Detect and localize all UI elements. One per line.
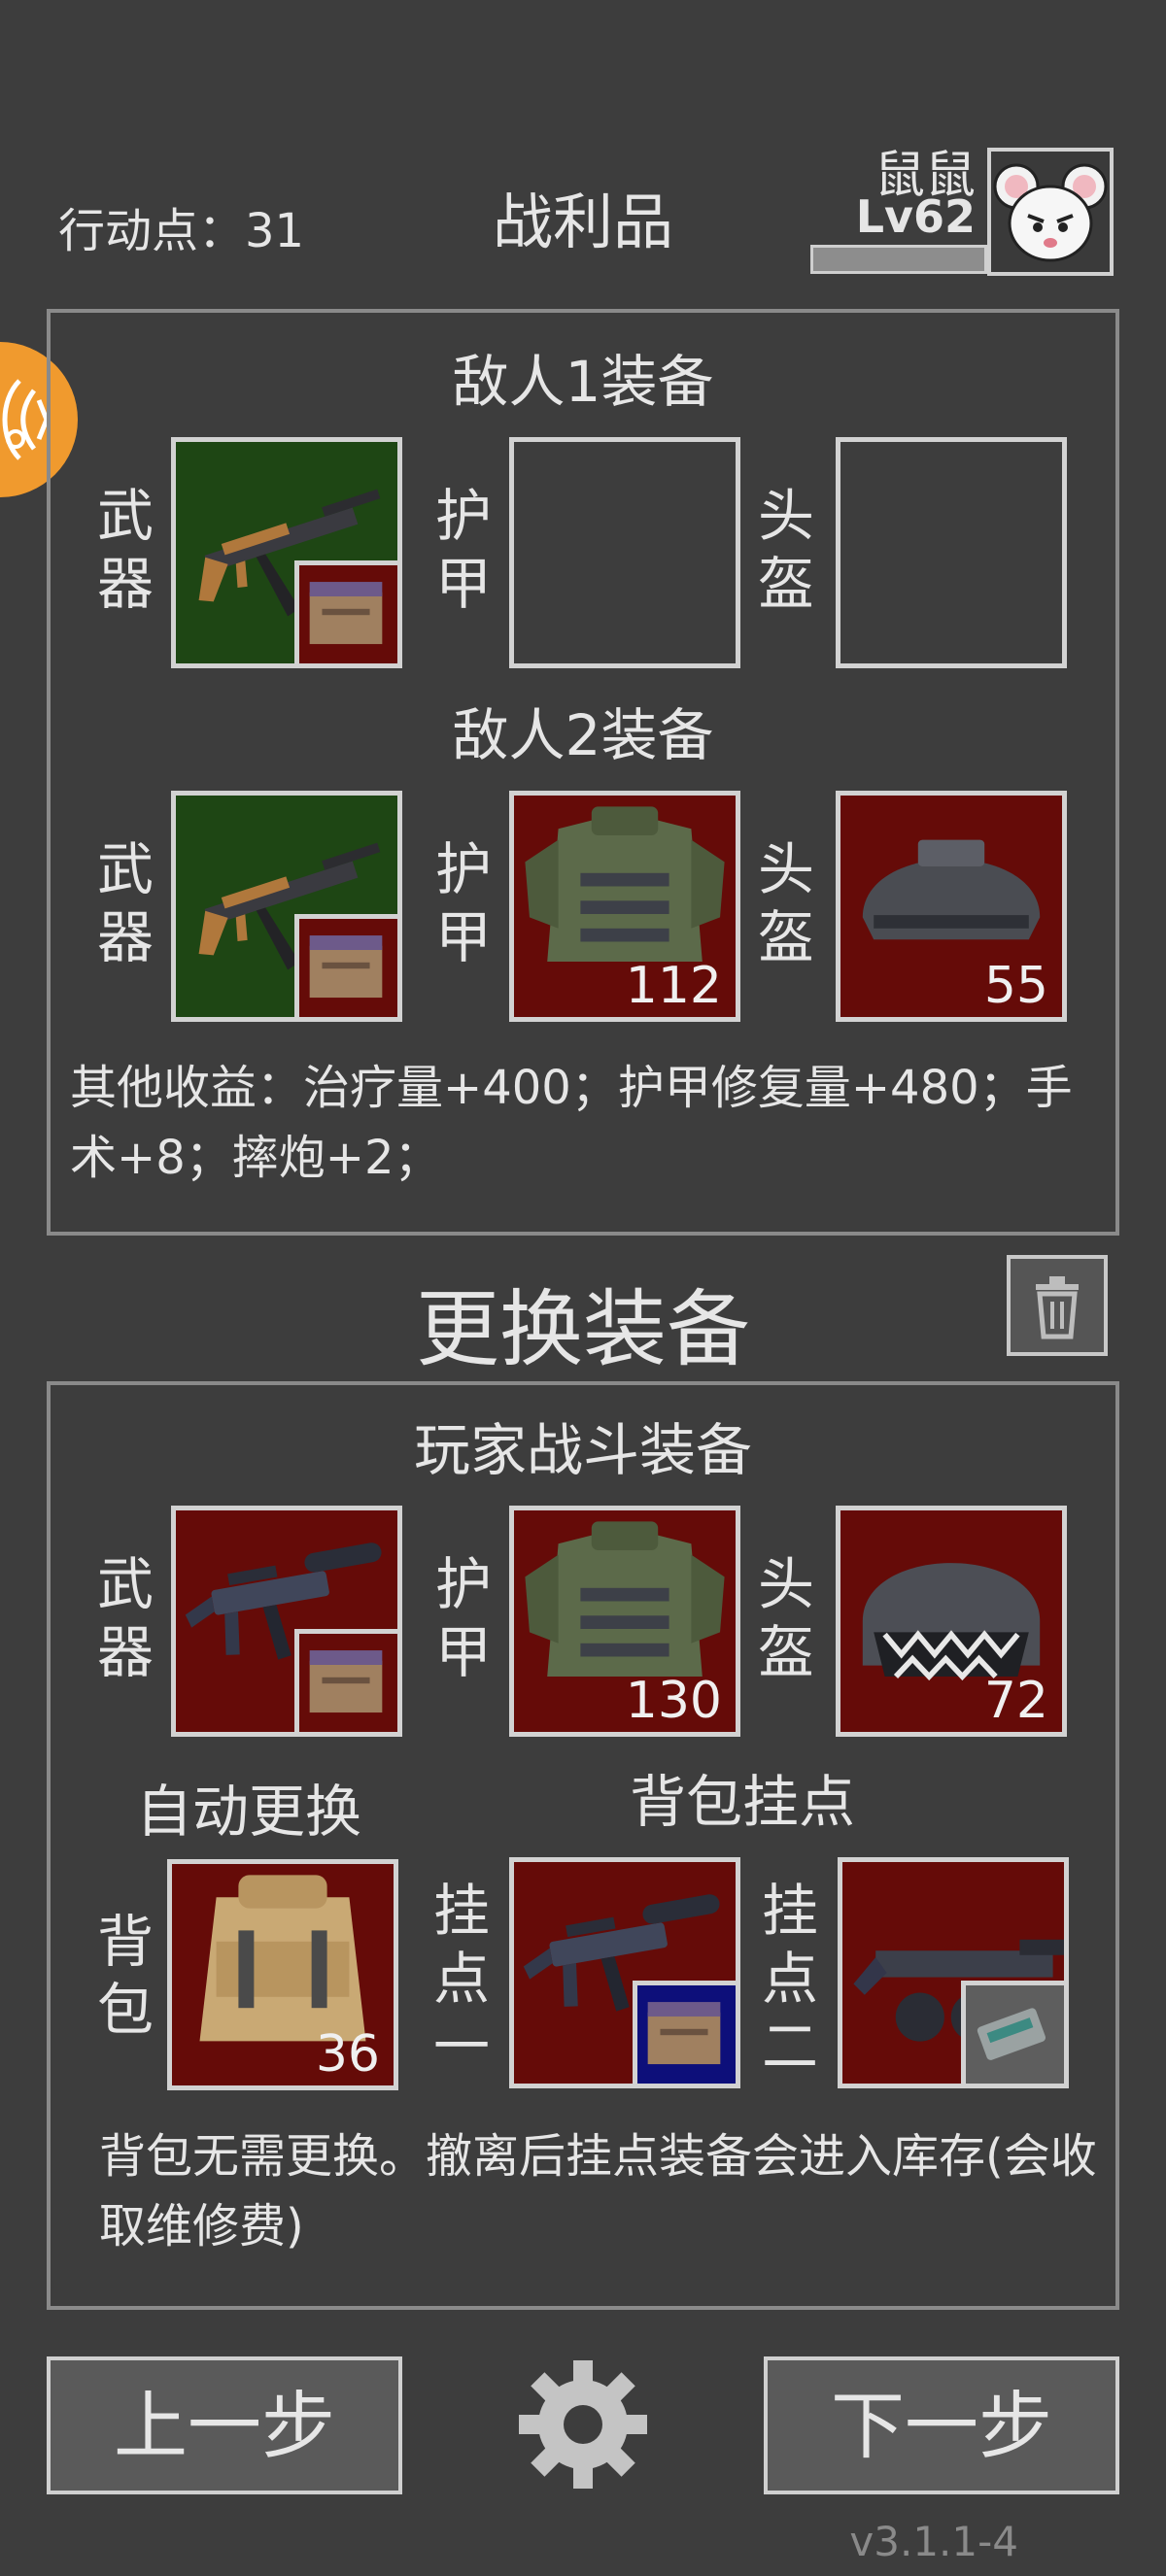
helmet-durability: 55 — [983, 957, 1048, 1015]
enemy1-helmet-label: 头盔 — [757, 483, 814, 617]
mount1-label: 挂点一 — [432, 1878, 490, 2080]
enemy2-weapon-ammo-box — [294, 914, 397, 1017]
player-equipment-title: 玩家战斗装备 — [413, 1417, 752, 1483]
enemy1-weapon-ammo-box — [294, 560, 397, 663]
trash-icon — [1036, 1276, 1079, 1339]
player-armor-label: 护甲 — [434, 1551, 492, 1685]
enemy2-armor-label: 护甲 — [434, 836, 492, 970]
previous-step-button[interactable]: 上一步 — [47, 2356, 402, 2494]
enemy1-weapon-label: 武器 — [96, 483, 154, 617]
enemy1-armor-label: 护甲 — [434, 483, 492, 617]
auto-replace-button[interactable]: 自动更换 — [136, 1766, 361, 1847]
next-step-button[interactable]: 下一步 — [764, 2356, 1119, 2494]
avatar[interactable] — [987, 148, 1114, 276]
mount2-label: 挂点二 — [761, 1878, 818, 2080]
gear-icon — [519, 2360, 647, 2489]
change-equipment-title: 更换装备 — [416, 1281, 750, 1378]
player-weapon-label: 武器 — [96, 1551, 154, 1685]
mount1-slot[interactable] — [509, 1857, 740, 2088]
mount1-ammo-box — [633, 1981, 736, 2084]
player-level: Lv62 — [855, 190, 976, 243]
ammo-box-icon — [309, 582, 383, 645]
armor-durability: 112 — [625, 957, 722, 1015]
backpack-mount-title: 背包挂点 — [630, 1769, 856, 1835]
backpack-label: 背包 — [96, 1909, 154, 2043]
ammo-box-icon — [309, 935, 383, 999]
ammo-box-icon — [309, 1650, 383, 1713]
mount2-battery-box — [961, 1981, 1064, 2084]
settings-button[interactable] — [513, 2355, 653, 2494]
version-label: v3.1.1-4 — [849, 2518, 1018, 2565]
player-armor-slot[interactable]: 130 — [509, 1506, 740, 1737]
armor-durability: 130 — [625, 1672, 722, 1730]
mouse-avatar-icon — [993, 163, 1108, 262]
trash-button[interactable] — [1007, 1255, 1108, 1356]
player-helmet-label: 头盔 — [757, 1551, 814, 1685]
enemy1-title: 敌人1装备 — [452, 349, 714, 415]
backpack-slot[interactable]: 36 — [167, 1859, 398, 2090]
xp-bar — [810, 245, 987, 274]
backpack-value: 36 — [315, 2025, 380, 2084]
player-weapon-slot[interactable] — [171, 1506, 402, 1737]
player-weapon-ammo-box — [294, 1629, 397, 1732]
mount2-slot[interactable] — [838, 1857, 1069, 2088]
player-helmet-slot[interactable]: 72 — [836, 1506, 1067, 1737]
enemy1-helmet-slot[interactable] — [836, 437, 1067, 668]
helmet-durability: 72 — [983, 1672, 1048, 1730]
enemy2-helmet-label: 头盔 — [757, 836, 814, 970]
enemy2-title: 敌人2装备 — [452, 702, 714, 768]
battery-icon — [976, 2007, 1047, 2062]
enemy2-weapon-slot[interactable] — [171, 791, 406, 1022]
other-gains-text: 其他收益：治疗量+400；护甲修复量+480；手术+8；摔炮+2； — [70, 1061, 1073, 1185]
enemy2-armor-slot[interactable]: 112 — [509, 791, 740, 1022]
backpack-note: 背包无需更换。撤离后挂点装备会进入库存(会收取维修费) — [99, 2129, 1097, 2254]
enemy1-weapon-slot[interactable] — [171, 437, 406, 668]
enemy2-helmet-slot[interactable]: 55 — [836, 791, 1067, 1022]
ammo-box-icon — [647, 2002, 721, 2065]
enemy1-armor-slot[interactable] — [509, 437, 740, 668]
enemy2-weapon-label: 武器 — [96, 836, 154, 970]
